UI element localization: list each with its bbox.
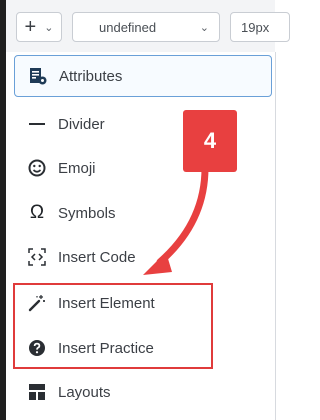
menu-item-label: Divider <box>58 115 105 133</box>
format-select[interactable]: undefined ⌄ <box>72 12 220 42</box>
emoji-icon <box>26 157 48 179</box>
menu-item-layouts[interactable]: Layouts <box>14 372 276 412</box>
font-size-value: 19px <box>241 19 270 35</box>
step-badge: 4 <box>183 110 237 172</box>
attributes-icon <box>27 65 49 87</box>
step-number: 4 <box>203 128 217 153</box>
menu-item-symbols[interactable]: Ω Symbols <box>14 193 276 233</box>
menu-item-label: Insert Code <box>58 248 136 266</box>
omega-icon: Ω <box>29 202 45 223</box>
menu-item-attributes[interactable]: Attributes <box>14 55 272 97</box>
divider-icon <box>26 113 48 135</box>
highlight-box <box>13 283 213 369</box>
plus-icon: + <box>24 16 37 38</box>
editor-toolbar: + ⌄ undefined ⌄ 19px <box>6 0 290 53</box>
menu-item-label: Layouts <box>58 383 111 401</box>
chevron-down-icon: ⌄ <box>44 21 54 34</box>
screenshot-frame: + ⌄ undefined ⌄ 19px Attributes Divider … <box>0 0 290 420</box>
menu-item-label: Attributes <box>59 67 123 85</box>
menu-item-insert-code[interactable]: Insert Code <box>14 237 276 277</box>
menu-item-label: Symbols <box>58 204 116 222</box>
font-size-select[interactable]: 19px <box>230 12 290 42</box>
chevron-down-icon: ⌄ <box>199 21 209 34</box>
add-dropdown-button[interactable]: + ⌄ <box>16 12 62 42</box>
menu-item-label: Emoji <box>58 159 96 177</box>
code-icon <box>26 246 48 268</box>
layout-icon <box>26 381 48 403</box>
format-select-value: undefined <box>99 19 157 35</box>
